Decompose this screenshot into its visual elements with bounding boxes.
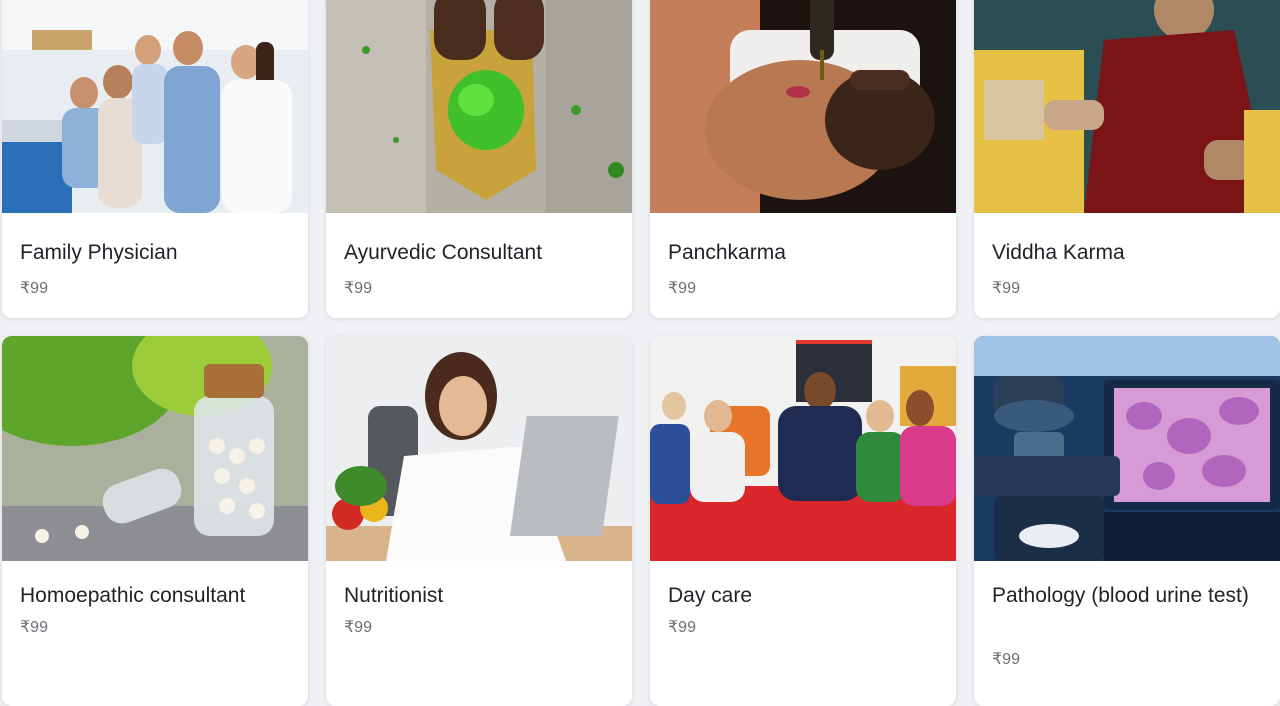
monk-ritual-photo [974,0,1280,213]
homeopathy-pills-photo [2,336,308,561]
service-card-homoepathic-consultant[interactable]: Homoepathic consultant ₹99 [2,336,308,706]
service-title: Panchkarma [668,241,786,264]
service-price: ₹99 [992,280,1020,297]
service-card-nutritionist[interactable]: Nutritionist ₹99 [326,336,632,706]
oil-massage-photo [650,0,956,213]
service-title: Ayurvedic Consultant [344,241,543,264]
herbs-grinding-photo [326,0,632,213]
service-title: Family Physician [20,241,178,264]
service-title: Viddha Karma [992,241,1125,264]
service-price: ₹99 [992,651,1020,668]
service-price: ₹99 [668,280,696,297]
service-price: ₹99 [20,280,48,297]
service-card-ayurvedic-consultant[interactable]: Ayurvedic Consultant ₹99 [326,0,632,318]
service-title: Pathology (blood urine test) [992,584,1249,607]
service-card-viddha-karma[interactable]: Viddha Karma ₹99 [974,0,1280,318]
microscope-photo [974,336,1280,561]
service-card-panchkarma[interactable]: Panchkarma ₹99 [650,0,956,318]
family-doctor-photo [2,0,308,213]
service-grid: Family Physician ₹99 Ayurvedic Consultan… [0,0,1280,706]
service-title: Nutritionist [344,584,444,607]
service-price: ₹99 [668,619,696,636]
service-title: Homoepathic consultant [20,584,246,607]
service-card-pathology[interactable]: Pathology (blood urine test) ₹99 [974,336,1280,706]
nutritionist-laptop-photo [326,336,632,561]
service-title: Day care [668,584,753,607]
children-playing-photo [650,336,956,561]
service-card-family-physician[interactable]: Family Physician ₹99 [2,0,308,318]
service-price: ₹99 [344,619,372,636]
service-card-day-care[interactable]: Day care ₹99 [650,336,956,706]
service-price: ₹99 [20,619,48,636]
service-price: ₹99 [344,280,372,297]
